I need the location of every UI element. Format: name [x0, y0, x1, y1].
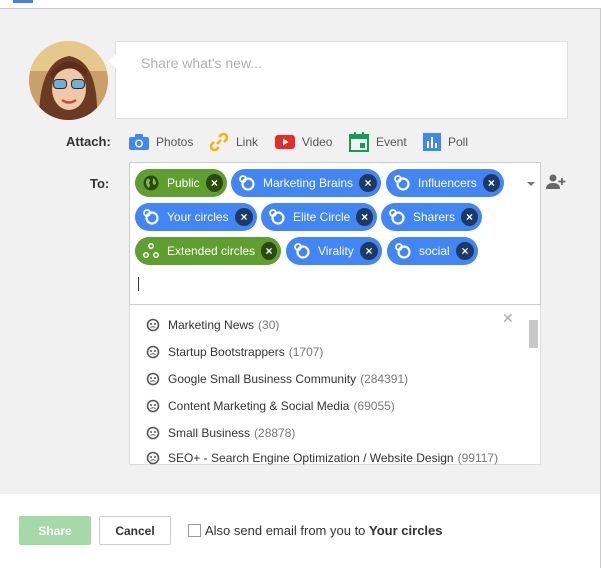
chip-label: Influencers [418, 176, 477, 190]
chip-label: Virality [318, 244, 354, 258]
remove-chip-icon[interactable]: × [356, 208, 373, 226]
remove-chip-icon[interactable]: × [456, 242, 474, 260]
link-icon [209, 132, 229, 152]
remove-chip-icon[interactable]: × [261, 242, 277, 260]
avatar [29, 41, 108, 120]
extended-circles-icon [143, 243, 159, 259]
suggestion-count: (99117) [457, 451, 499, 465]
chip-label: Marketing Brains [263, 176, 354, 190]
suggestion-name: Google Small Business Community [168, 372, 357, 386]
chip-sharers[interactable]: Sharers × [381, 203, 482, 231]
attach-photos-button[interactable]: Photos [129, 131, 193, 153]
top-tab-indicator [13, 0, 33, 3]
circles-icon [269, 209, 285, 225]
circles-icon [294, 243, 310, 259]
remove-chip-icon[interactable]: × [360, 242, 378, 260]
suggestion-count: (1707) [288, 345, 324, 359]
chip-extended-circles[interactable]: Extended circles × [135, 237, 281, 265]
chip-virality[interactable]: Virality × [286, 237, 382, 265]
attach-label-poll: Poll [448, 135, 469, 149]
globe-icon [143, 175, 159, 191]
attach-video-button[interactable]: Video [275, 131, 332, 153]
community-icon [146, 318, 160, 332]
suggestion-item[interactable]: Google Small Business Community (284391) [146, 370, 408, 388]
suggestion-name: SEO+ - Search Engine Optimization / Webs… [168, 451, 454, 465]
text-cursor [138, 277, 139, 291]
chip-social[interactable]: social × [387, 237, 478, 265]
suggestion-item[interactable]: Marketing News (30) [146, 316, 279, 334]
circles-icon [239, 175, 255, 191]
remove-chip-icon[interactable]: × [205, 174, 223, 192]
attach-label-video: Video [302, 135, 333, 149]
to-label: To: [90, 176, 110, 191]
suggestion-name: Startup Bootstrappers [168, 345, 285, 359]
attach-event-button[interactable]: Event [349, 131, 407, 153]
attach-label-link: Link [236, 135, 259, 149]
chip-label: Your circles [167, 210, 229, 224]
attach-poll-button[interactable]: Poll [423, 131, 468, 153]
suggestion-name: Content Marketing & Social Media [168, 399, 350, 413]
suggestion-count: (28878) [254, 426, 296, 440]
remove-chip-icon[interactable]: × [359, 174, 377, 192]
poll-icon [423, 133, 441, 151]
suggestion-count: (284391) [360, 372, 409, 386]
camera-icon [129, 134, 149, 150]
suggestion-name: Marketing News [168, 318, 255, 332]
circles-icon [395, 243, 411, 259]
suggestion-item[interactable]: Startup Bootstrappers (1707) [146, 343, 323, 361]
share-placeholder: Share what's new... [141, 55, 262, 71]
email-checkbox[interactable] [188, 524, 201, 537]
chip-influencers[interactable]: Influencers × [386, 169, 504, 197]
suggestion-item[interactable]: Small Business (28878) [146, 424, 295, 442]
email-label-target: Your circles [369, 523, 443, 538]
chip-elite-circle[interactable]: Elite Circle × [261, 203, 377, 231]
suggestion-name: Small Business [168, 426, 251, 440]
remove-chip-icon[interactable]: × [235, 208, 253, 226]
chevron-down-icon[interactable] [527, 182, 535, 186]
add-person-icon[interactable] [546, 174, 566, 195]
share-button[interactable]: Share [19, 516, 91, 545]
chip-public[interactable]: Public × [135, 169, 227, 197]
community-icon [146, 426, 160, 440]
chip-label: Sharers [413, 210, 456, 224]
attach-label: Attach: [66, 134, 111, 149]
suggestion-count: (69055) [353, 399, 395, 413]
community-icon [146, 399, 160, 413]
attach-label-event: Event [376, 135, 407, 149]
community-icon [146, 372, 160, 386]
close-icon[interactable]: ✕ [502, 310, 514, 327]
suggestion-item[interactable]: Content Marketing & Social Media (69055) [146, 397, 395, 415]
email-label: Also send email from you to Your circles [205, 523, 443, 538]
share-input[interactable]: Share what's new... [108, 41, 568, 119]
cancel-button[interactable]: Cancel [99, 516, 171, 545]
attach-link-button[interactable]: Link [209, 131, 258, 153]
chip-label: Public [167, 176, 200, 190]
video-icon [275, 135, 295, 149]
chip-marketing-brains[interactable]: Marketing Brains × [231, 169, 381, 197]
community-icon [146, 345, 160, 359]
circles-icon [394, 175, 410, 191]
suggestion-item[interactable]: SEO+ - Search Engine Optimization / Webs… [146, 451, 498, 465]
chip-label: Extended circles [167, 244, 256, 258]
circles-icon [143, 209, 159, 225]
chip-your-circles[interactable]: Your circles × [135, 203, 257, 231]
suggestion-count: (30) [258, 318, 280, 332]
scrollbar[interactable] [529, 320, 538, 348]
remove-chip-icon[interactable]: × [482, 174, 500, 192]
circles-icon [389, 209, 405, 225]
remove-chip-icon[interactable]: × [461, 208, 478, 226]
chip-label: Elite Circle [293, 210, 351, 224]
calendar-icon [349, 132, 369, 152]
attach-label-photos: Photos [156, 135, 194, 149]
email-label-prefix: Also send email from you to [205, 523, 370, 538]
community-icon [146, 451, 160, 465]
chip-label: social [419, 244, 450, 258]
